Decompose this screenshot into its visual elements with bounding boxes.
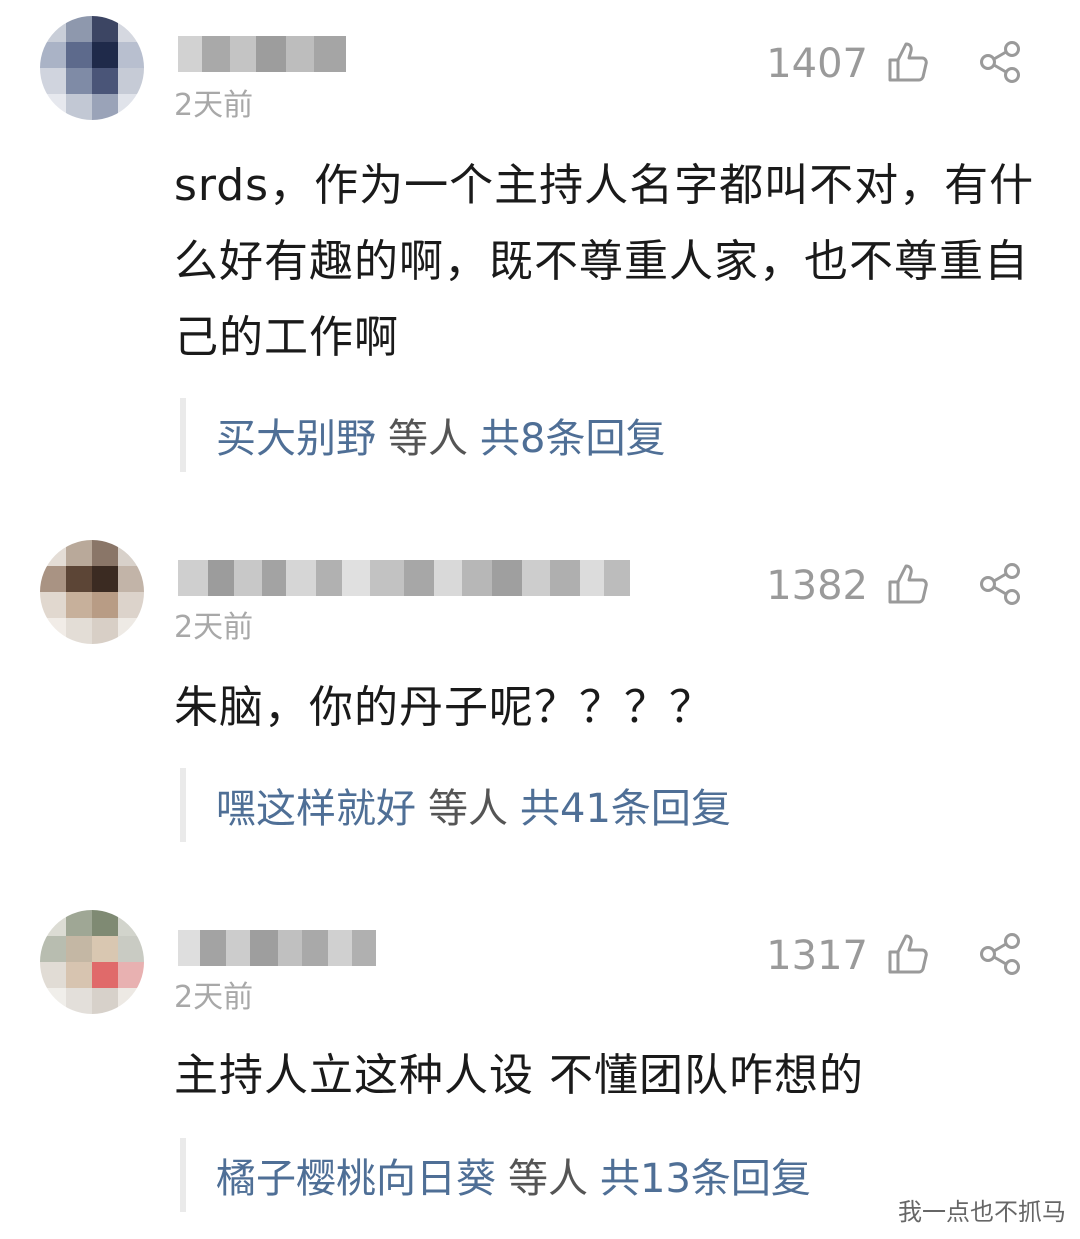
comment-content: srds，作为一个主持人名字都叫不对，有什么好有趣的啊，既不尊重人家，也不尊重自… — [174, 160, 1035, 363]
thumbs-up-icon[interactable] — [886, 40, 930, 84]
like-count: 1317 — [766, 933, 868, 979]
reply-users[interactable]: 买大别野 — [216, 406, 376, 464]
like-count: 1407 — [766, 41, 868, 87]
username-blurred[interactable] — [178, 930, 376, 966]
reply-summary[interactable]: 橘子樱桃向日葵 等人 共13条回复 — [180, 1138, 811, 1212]
reply-count-link[interactable]: 共13条回复 — [600, 1146, 811, 1204]
avatar[interactable] — [40, 16, 144, 120]
thumbs-up-icon[interactable] — [886, 562, 930, 606]
reply-summary[interactable]: 买大别野 等人 共8条回复 — [180, 398, 665, 472]
share-icon[interactable] — [978, 562, 1022, 606]
share-icon[interactable] — [978, 932, 1022, 976]
comment-time: 2天前 — [174, 610, 254, 645]
reply-mid-text: 等人 — [388, 416, 468, 462]
watermark: 我一点也不抓马 — [898, 1198, 1066, 1226]
avatar[interactable] — [40, 910, 144, 1014]
reply-users[interactable]: 橘子樱桃向日葵 — [216, 1146, 496, 1204]
comment-time: 2天前 — [174, 88, 254, 123]
like-count: 1382 — [766, 563, 868, 609]
username-blurred[interactable] — [178, 36, 346, 72]
thumbs-up-icon[interactable] — [886, 932, 930, 976]
reply-users[interactable]: 嘿这样就好 — [216, 776, 416, 834]
comment-content: 主持人立这种人设 不懂团队咋想的 — [174, 1050, 864, 1101]
username-blurred[interactable] — [178, 560, 630, 596]
reply-count-link[interactable]: 共8条回复 — [480, 406, 665, 464]
reply-mid-text: 等人 — [428, 786, 508, 832]
comment-time: 2天前 — [174, 980, 254, 1015]
reply-mid-text: 等人 — [508, 1156, 588, 1202]
reply-summary[interactable]: 嘿这样就好 等人 共41条回复 — [180, 768, 731, 842]
reply-count-link[interactable]: 共41条回复 — [520, 776, 731, 834]
avatar[interactable] — [40, 540, 144, 644]
share-icon[interactable] — [978, 40, 1022, 84]
comment-content: 朱脑，你的丹子呢？？？？ — [174, 682, 714, 733]
